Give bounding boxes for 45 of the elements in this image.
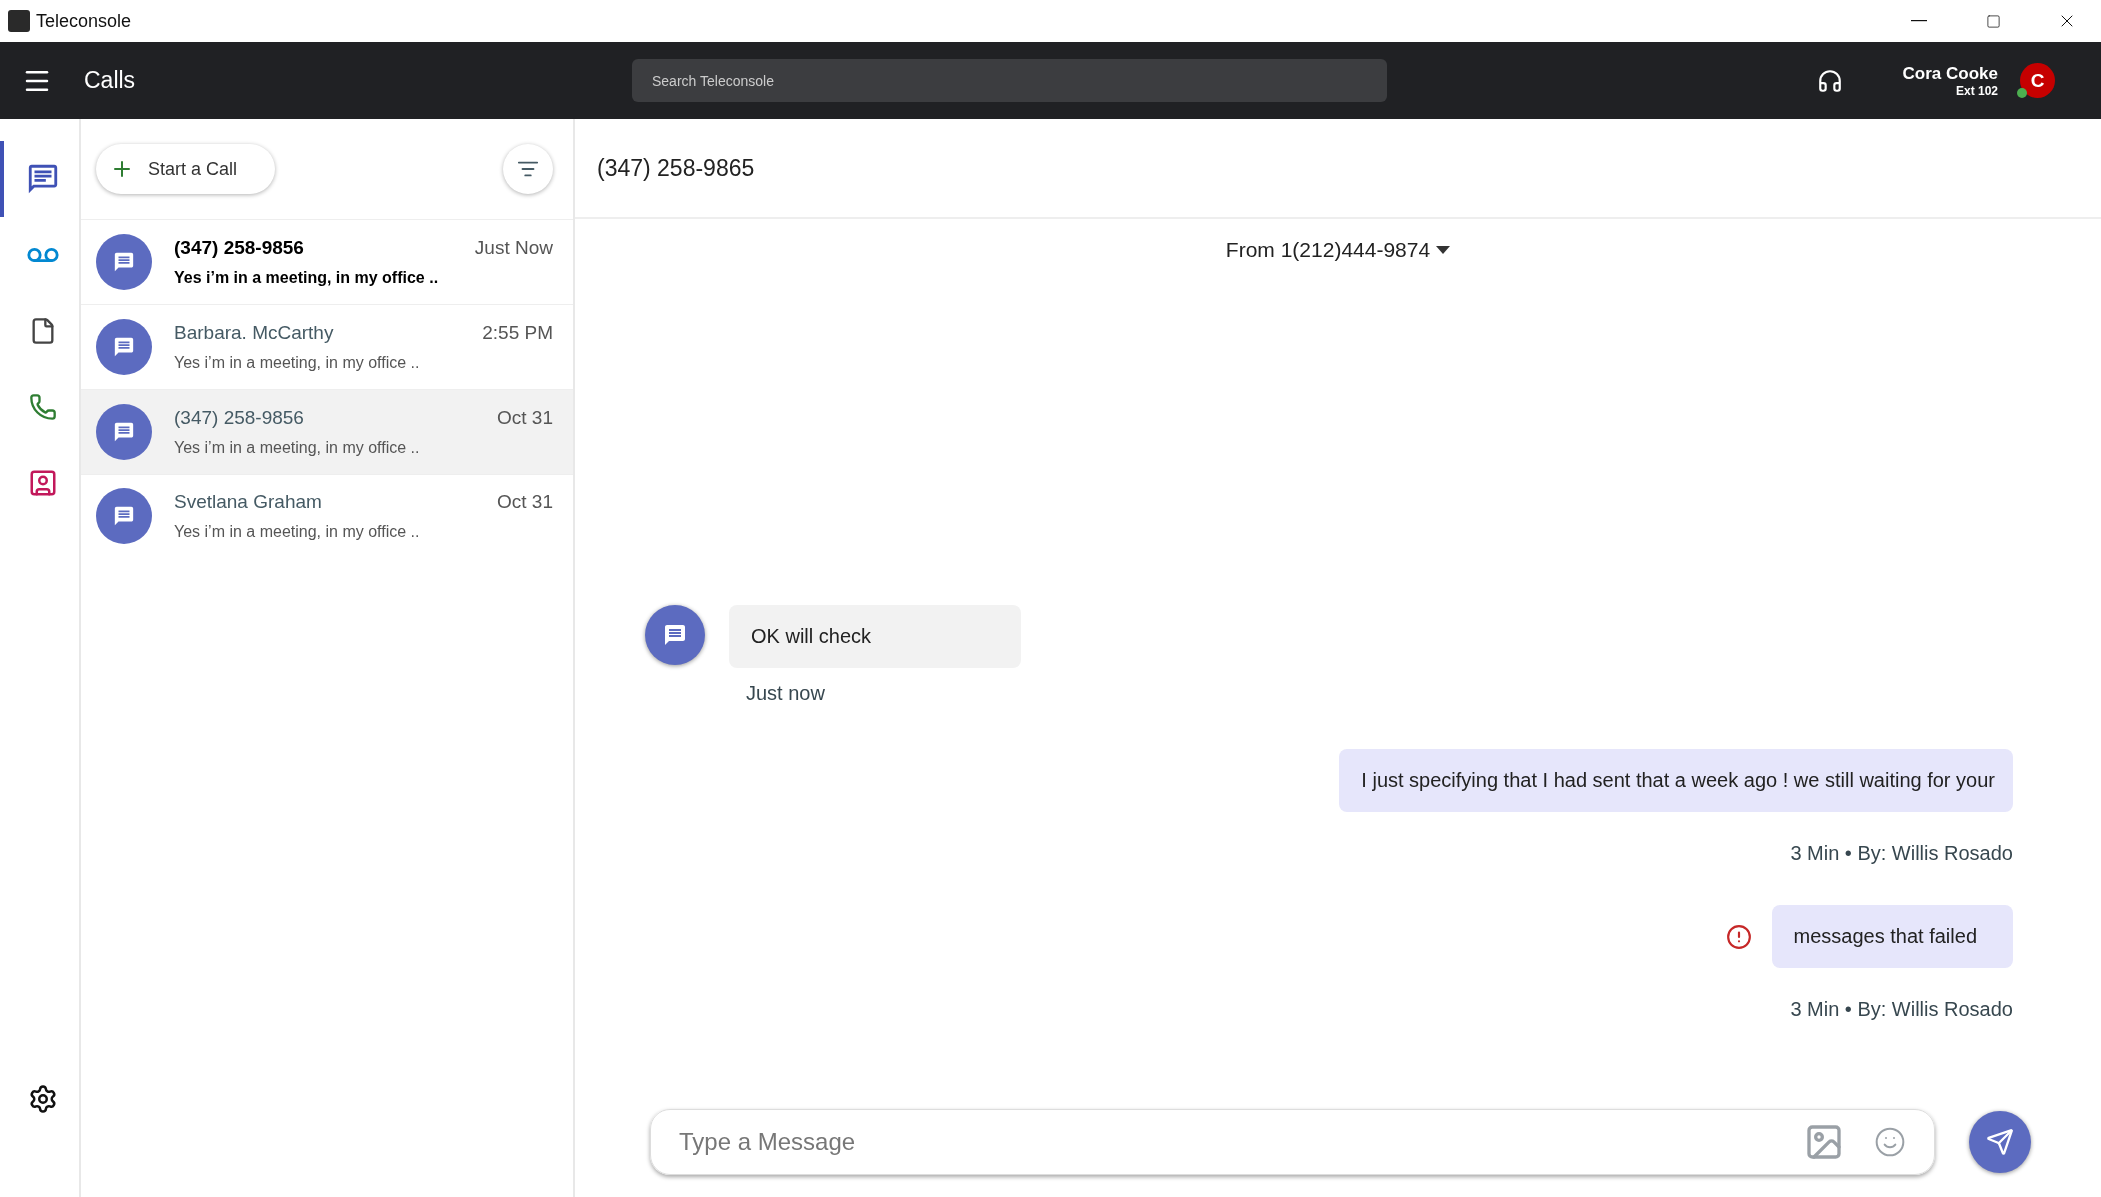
message-meta: 3 Min • By: Willis Rosado — [1790, 998, 2013, 1021]
message-preview: Yes i’m in a meeting, in my office .. — [174, 439, 421, 457]
phone-icon — [28, 393, 57, 421]
minimize-icon — [1911, 20, 1927, 22]
message-time: Just Now — [474, 237, 553, 259]
image-icon[interactable] — [1804, 1122, 1844, 1162]
headset-button[interactable] — [1816, 67, 1843, 94]
filter-button[interactable] — [503, 144, 553, 194]
caret-icon — [1436, 246, 1451, 254]
window-title: Teleconsole — [36, 10, 133, 32]
message-meta: 3 Min • By: Willis Rosado — [1790, 842, 2013, 865]
message-bubble: messages that failed — [1771, 905, 2013, 968]
user-extension: Ext 102 — [1955, 83, 1998, 98]
maximize-icon — [1985, 13, 2001, 29]
app-logo — [8, 10, 30, 32]
settings-icon — [27, 1084, 58, 1114]
search-field[interactable]: Search Teleconsole — [632, 59, 1387, 102]
message-avatar-icon — [96, 319, 152, 375]
message-preview: Yes i’m in a meeting, in my office .. — [174, 522, 421, 541]
send-icon — [1986, 1128, 2014, 1156]
from-number-dropdown[interactable]: From 1(212)444-9874 — [1219, 237, 1457, 263]
page-title: Calls — [84, 67, 137, 94]
message-avatar-icon — [96, 404, 152, 460]
chat-title: (347) 258-9865 — [597, 154, 755, 182]
message-avatar-icon — [96, 234, 152, 290]
message-time: Oct 31 — [497, 407, 553, 429]
message-preview: Yes i’m in a meeting, in my office .. — [174, 354, 421, 372]
composer-field[interactable]: Type a Message — [650, 1109, 1935, 1175]
message-preview: Yes i’m in a meeting, in my office .. — [174, 269, 440, 287]
contact-name: Barbara. McCarthy — [174, 322, 334, 344]
contact-name: Svetlana Graham — [174, 490, 322, 513]
user-name: Cora Cooke — [1902, 63, 1998, 84]
message-time: Oct 31 — [497, 490, 553, 513]
user-avatar[interactable]: C — [2020, 63, 2055, 98]
message-bubble: I just specifying that I had sent that a week ago ! we still waiting for your — [1339, 749, 2013, 812]
message-time: Just now — [746, 682, 825, 705]
contact-name: (347) 258-9856 — [174, 407, 304, 429]
send-button[interactable] — [1969, 1111, 2031, 1173]
start-call-button[interactable]: Start a Call — [96, 144, 276, 194]
message-time: 2:55 PM — [482, 322, 553, 344]
contact-name: (347) 258-9856 — [174, 237, 304, 259]
message-avatar-icon — [645, 605, 705, 665]
message-bubble: OK will check — [729, 605, 1022, 668]
conversation-item[interactable]: (347) 258-9856 Oct 31 Yes i’m in a meeting, in my office .. — [81, 389, 573, 474]
emoji-icon[interactable] — [1874, 1126, 1906, 1158]
